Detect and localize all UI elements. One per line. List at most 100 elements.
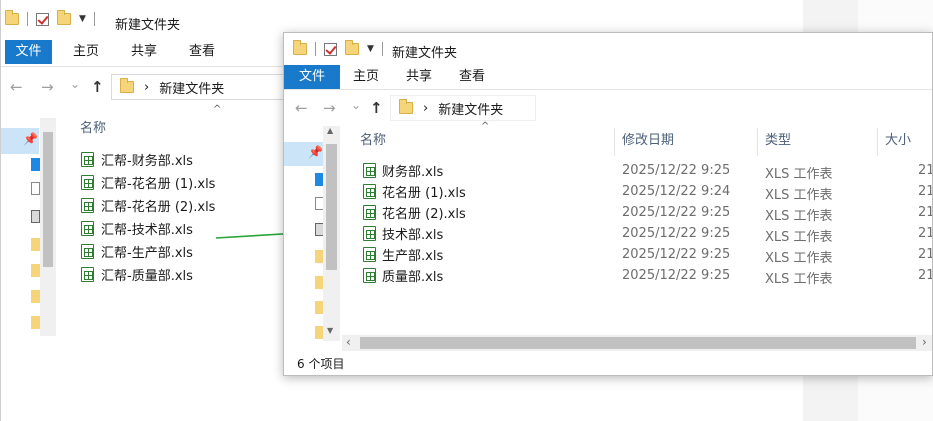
- file-size: 21: [918, 268, 933, 283]
- file-size: 21: [918, 226, 933, 241]
- folder-icon[interactable]: [31, 290, 40, 303]
- scroll-up-icon[interactable]: ▲: [327, 126, 333, 135]
- table-row[interactable]: 花名册 (1).xls 2025/12/22 9:24 XLS 工作表 21: [342, 181, 933, 203]
- scrollbar-thumb[interactable]: [360, 337, 916, 349]
- new-folder-icon[interactable]: [57, 10, 71, 25]
- properties-check-icon[interactable]: [324, 42, 337, 56]
- list-item[interactable]: 汇帮-财务部.xls: [81, 148, 215, 171]
- file-date: 2025/12/22 9:25: [622, 247, 731, 262]
- column-header-date[interactable]: 修改日期: [622, 128, 674, 154]
- address-bar-row: ← → ⌄ ↑ › 新建文件夹: [284, 95, 932, 125]
- file-type: XLS 工作表: [765, 167, 833, 182]
- back-arrow-icon[interactable]: ←: [295, 99, 308, 117]
- list-item[interactable]: 汇帮-花名册 (2).xls: [81, 194, 215, 217]
- column-header-name[interactable]: 名称: [80, 117, 106, 136]
- column-header-size[interactable]: 大小: [885, 128, 911, 154]
- table-row[interactable]: 质量部.xls 2025/12/22 9:25 XLS 工作表 21: [342, 265, 933, 287]
- forward-arrow-icon[interactable]: →: [323, 99, 336, 117]
- customize-toolbar-dropdown-icon[interactable]: ▼: [79, 14, 86, 24]
- address-box[interactable]: › 新建文件夹: [390, 95, 536, 121]
- list-item[interactable]: 汇帮-花名册 (1).xls: [81, 171, 215, 194]
- file-name: 质量部.xls: [382, 270, 444, 285]
- pictures-icon[interactable]: [31, 210, 40, 223]
- column-divider[interactable]: [757, 128, 758, 156]
- file-type: XLS 工作表: [765, 188, 833, 203]
- column-header-name[interactable]: 名称: [360, 128, 386, 154]
- excel-file-icon: [81, 221, 94, 236]
- file-name: 汇帮-质量部.xls: [101, 269, 193, 284]
- up-arrow-icon[interactable]: ↑: [91, 78, 104, 96]
- table-row[interactable]: 财务部.xls 2025/12/22 9:25 XLS 工作表 21: [342, 160, 933, 182]
- file-size: 21: [918, 205, 933, 220]
- new-folder-icon[interactable]: [345, 40, 359, 55]
- horizontal-scrollbar[interactable]: ‹ ›: [342, 335, 932, 351]
- folder-icon: [293, 40, 307, 55]
- properties-check-icon[interactable]: [36, 12, 49, 26]
- table-row[interactable]: 花名册 (2).xls 2025/12/22 9:25 XLS 工作表 21: [342, 202, 933, 224]
- file-name: 技术部.xls: [382, 228, 444, 243]
- documents-icon[interactable]: [31, 182, 40, 195]
- up-arrow-icon[interactable]: ↑: [370, 99, 383, 117]
- file-name: 汇帮-生产部.xls: [101, 246, 193, 261]
- list-item[interactable]: 汇帮-技术部.xls: [81, 217, 215, 240]
- back-file-list: 汇帮-财务部.xls 汇帮-花名册 (1).xls 汇帮-花名册 (2).xls…: [81, 148, 215, 286]
- sort-caret-icon: ^: [213, 104, 222, 115]
- scroll-down-icon[interactable]: ▼: [327, 326, 333, 335]
- column-divider[interactable]: [614, 128, 615, 156]
- list-item[interactable]: 汇帮-质量部.xls: [81, 263, 215, 286]
- file-size: 21: [918, 163, 933, 178]
- back-arrow-icon[interactable]: ←: [10, 78, 23, 96]
- tab-view[interactable]: 查看: [189, 40, 215, 64]
- file-name: 花名册 (2).xls: [382, 207, 466, 222]
- window-title: 新建文件夹: [115, 18, 181, 33]
- folder-icon[interactable]: [31, 316, 40, 329]
- tab-share[interactable]: 共享: [131, 40, 157, 64]
- nav-vertical-scrollbar[interactable]: [40, 118, 56, 336]
- folder-icon[interactable]: [31, 264, 40, 277]
- table-row[interactable]: 技术部.xls 2025/12/22 9:25 XLS 工作表 21: [342, 223, 933, 245]
- scroll-right-icon[interactable]: ›: [922, 335, 927, 349]
- tab-view[interactable]: 查看: [459, 65, 485, 89]
- front-explorer-window: ▼ 新建文件夹 文件 主页 共享 查看 ← → ⌄ ↑ › 新建文件夹 ^ 📌 …: [283, 32, 933, 376]
- column-divider[interactable]: [877, 128, 878, 156]
- excel-file-icon: [81, 152, 94, 167]
- recent-locations-icon[interactable]: ⌄: [351, 98, 361, 112]
- ribbon-tabs: 文件 主页 共享 查看: [284, 65, 932, 90]
- toolbar-separator: [93, 12, 95, 26]
- nav-vertical-scrollbar[interactable]: ▲ ▼: [323, 126, 340, 341]
- excel-file-icon: [363, 226, 376, 241]
- tab-file[interactable]: 文件: [284, 65, 340, 89]
- customize-toolbar-dropdown-icon[interactable]: ▼: [367, 44, 374, 54]
- file-type: XLS 工作表: [765, 209, 833, 224]
- breadcrumb-folder[interactable]: 新建文件夹: [159, 78, 224, 97]
- tab-file[interactable]: 文件: [5, 40, 52, 64]
- column-header-type[interactable]: 类型: [765, 128, 791, 154]
- navigation-pane: 📌 ▲ ▼: [284, 126, 342, 345]
- pin-icon: 📌: [23, 132, 38, 146]
- file-date: 2025/12/22 9:24: [622, 184, 731, 199]
- pin-icon: 📌: [308, 145, 323, 159]
- file-name: 生产部.xls: [382, 249, 444, 264]
- scrollbar-thumb[interactable]: [43, 132, 53, 267]
- excel-file-icon: [81, 198, 94, 213]
- tab-home[interactable]: 主页: [353, 65, 379, 89]
- recent-locations-icon[interactable]: ⌄: [70, 77, 80, 91]
- scroll-left-icon[interactable]: ‹: [346, 335, 351, 349]
- tab-home[interactable]: 主页: [73, 40, 99, 64]
- breadcrumb-folder[interactable]: 新建文件夹: [438, 99, 503, 118]
- toolbar-separator: [27, 12, 28, 26]
- file-size: 21: [918, 184, 933, 199]
- quick-access-toolbar: ▼: [5, 10, 95, 26]
- desktop-icon[interactable]: [31, 158, 40, 171]
- address-box[interactable]: › 新建文件夹: [111, 74, 311, 100]
- table-row[interactable]: 生产部.xls 2025/12/22 9:25 XLS 工作表 21: [342, 244, 932, 266]
- folder-icon: [120, 78, 134, 93]
- list-item[interactable]: 汇帮-生产部.xls: [81, 240, 215, 263]
- scrollbar-thumb[interactable]: [326, 144, 337, 270]
- file-date: 2025/12/22 9:25: [622, 226, 731, 241]
- window-title: 新建文件夹: [392, 46, 458, 61]
- forward-arrow-icon[interactable]: →: [41, 78, 54, 96]
- tab-share[interactable]: 共享: [406, 65, 432, 89]
- status-bar-item-count: 6 个项目: [297, 357, 345, 371]
- folder-icon[interactable]: [31, 238, 40, 251]
